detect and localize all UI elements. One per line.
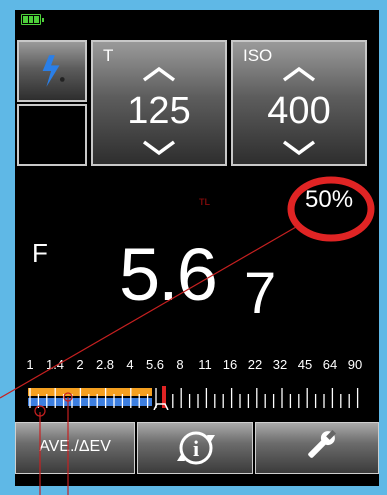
- scale-tick-label: 1: [26, 357, 34, 372]
- settings-button[interactable]: [255, 422, 379, 474]
- aperture-scale-labels: 1 1.4 2 2.8 4 5.6 8 11 16 22 32 45 64 90: [14, 357, 376, 375]
- exposure-scale[interactable]: [28, 384, 374, 410]
- iso-control[interactable]: ISO 400: [231, 40, 367, 166]
- wrench-icon: [308, 429, 337, 458]
- scale-tick-label: 16: [222, 357, 238, 372]
- flash-percentage: 50%: [305, 186, 354, 213]
- info-rotate-icon: i: [177, 431, 215, 465]
- scale-tick-label: 2: [76, 357, 84, 372]
- tl-indicator: TL: [199, 197, 210, 207]
- flash-icon: [42, 55, 65, 87]
- chevron-up-icon[interactable]: [142, 66, 176, 82]
- scale-tick-label: 11: [198, 357, 212, 372]
- average-ev-button[interactable]: AVE./ΔEV: [15, 422, 135, 474]
- meter-screen: T 125 ISO 400 TL 50% F 5.6 7 AVE./ΔEV i: [15, 10, 379, 486]
- shutter-speed-control[interactable]: T 125: [91, 40, 227, 166]
- shutter-label: T: [103, 46, 114, 65]
- scale-tick-label: 90: [347, 357, 363, 372]
- scale-tick-label: 45: [297, 357, 313, 372]
- info-button[interactable]: i: [137, 422, 253, 474]
- scale-tick-label: 22: [247, 357, 263, 372]
- aperture-label: F: [32, 238, 48, 268]
- reading-bracket: [153, 403, 169, 410]
- battery-icon: [21, 14, 44, 25]
- scale-tick-label: 32: [272, 357, 288, 372]
- scale-tick-label: 5.6: [145, 357, 165, 372]
- scale-tick-label: 2.8: [95, 357, 115, 372]
- scale-tick-label: 64: [322, 357, 338, 372]
- empty-slot: [17, 104, 87, 166]
- flash-mode-button[interactable]: [17, 40, 87, 102]
- shutter-value: 125: [127, 90, 191, 132]
- iso-label: ISO: [243, 46, 273, 65]
- scale-tick-label: 4: [126, 357, 134, 372]
- svg-text:i: i: [193, 436, 199, 461]
- scale-tick-label: 1.4: [45, 357, 65, 372]
- aperture-tenths: 7: [244, 261, 277, 326]
- iso-value: 400: [267, 90, 331, 132]
- average-ev-label: AVE./ΔEV: [39, 438, 111, 455]
- chevron-down-icon[interactable]: [282, 140, 316, 156]
- scale-tick-label: 8: [176, 357, 184, 372]
- chevron-down-icon[interactable]: [142, 140, 176, 156]
- aperture-value: 5.6: [119, 233, 218, 316]
- chevron-up-icon[interactable]: [282, 66, 316, 82]
